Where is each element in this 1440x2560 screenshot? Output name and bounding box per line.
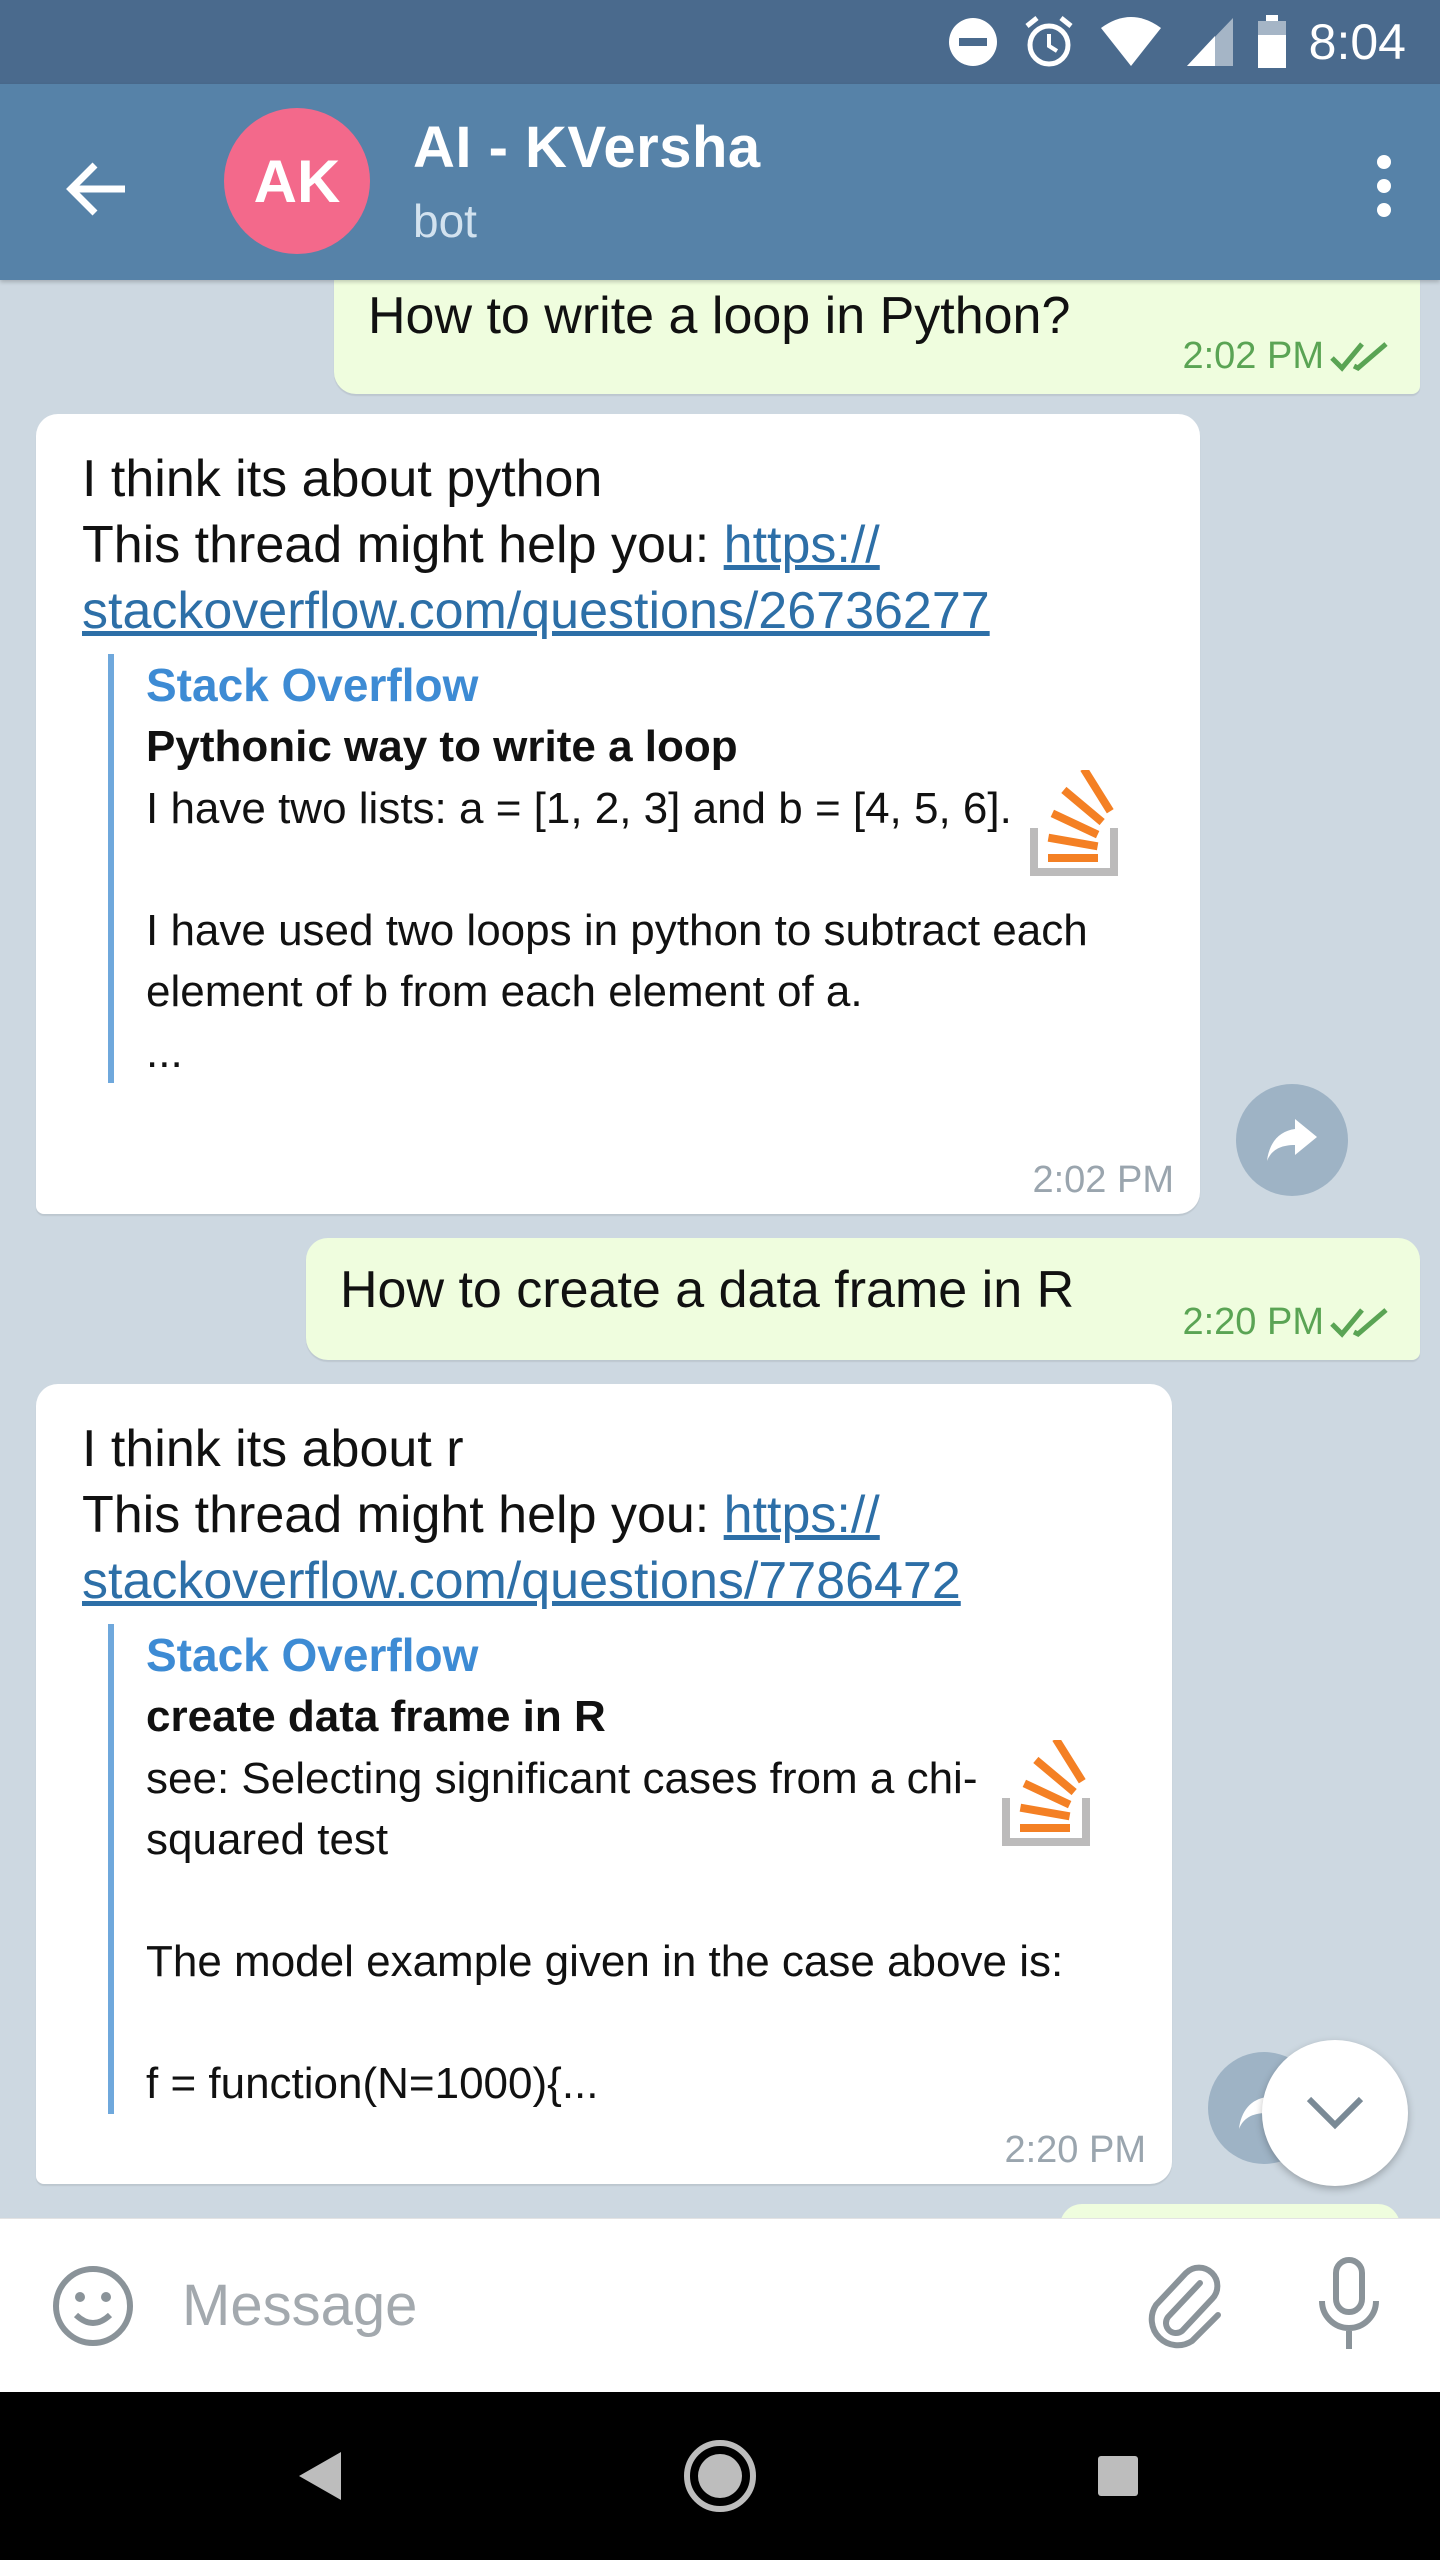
chat-header: AK AI - KVersha bot: [0, 84, 1440, 280]
more-options-button[interactable]: [1354, 146, 1414, 226]
message-input[interactable]: [180, 2249, 1114, 2361]
thread-link[interactable]: stackoverflow.com/questions/26736277: [82, 582, 990, 640]
preview-site-name: Stack Overflow: [146, 659, 479, 711]
back-arrow-icon: [66, 162, 125, 216]
thread-link[interactable]: https://: [724, 1486, 880, 1544]
link-preview[interactable]: Stack Overflow Pythonic way to write a l…: [108, 654, 1176, 1083]
microphone-icon: [1319, 2257, 1379, 2349]
preview-description: I have used two loops in python to subtr…: [146, 906, 1088, 1077]
battery-icon: [1257, 15, 1286, 68]
message-text-line: This thread might help you:: [82, 1486, 724, 1544]
message-text-line: I think its about r: [82, 1420, 464, 1478]
status-time: 8:04: [1308, 14, 1406, 70]
emoji-icon: [53, 2266, 133, 2346]
outgoing-message[interactable]: How to write a loop in Python? 2:02 PM: [334, 280, 1420, 394]
emoji-button[interactable]: [52, 2265, 134, 2352]
message-time: 2:02 PM: [1182, 335, 1324, 377]
avatar[interactable]: AK: [224, 108, 370, 254]
scroll-to-bottom-button[interactable]: [1262, 2040, 1408, 2186]
read-check-icon: [1330, 342, 1388, 372]
nav-home-button[interactable]: [670, 2426, 770, 2526]
voice-message-button[interactable]: [1316, 2257, 1382, 2358]
paperclip-icon: [1148, 2264, 1221, 2349]
attach-button[interactable]: [1146, 2259, 1226, 2354]
outgoing-message[interactable]: How to create a data frame in R 2:20 PM: [306, 1238, 1420, 1360]
message-time: 2:20 PM: [1182, 1301, 1324, 1343]
nav-recents-button[interactable]: [1068, 2426, 1168, 2526]
preview-description: see: Selecting significant cases from a …: [146, 1754, 978, 1864]
chevron-down-icon: [1306, 2096, 1364, 2130]
alarm-icon: [1025, 16, 1073, 67]
do-not-disturb-icon: [948, 18, 997, 66]
message-time: 2:02 PM: [1032, 1159, 1174, 1201]
back-button[interactable]: [52, 144, 142, 234]
message-time: 2:20 PM: [1004, 2129, 1146, 2171]
preview-description: I have two lists: a = [1, 2, 3] and b = …: [146, 784, 1012, 833]
preview-title: create data frame in R: [146, 1692, 606, 1741]
message-text-line: I think its about python: [82, 450, 603, 508]
wifi-icon: [1100, 17, 1161, 66]
message-input-bar: [0, 2218, 1440, 2393]
link-preview[interactable]: Stack Overflow create data frame in R se…: [108, 1624, 1146, 2114]
message-text-line: This thread might help you:: [82, 516, 724, 574]
share-button[interactable]: [1236, 1084, 1348, 1196]
square-recents-icon: [1098, 2456, 1138, 2496]
message-text: How to write a loop in Python?: [368, 287, 1071, 345]
status-bar: 8:04: [0, 0, 1440, 84]
thread-link[interactable]: stackoverflow.com/questions/7786472: [82, 1552, 961, 1610]
thread-link[interactable]: https://: [724, 516, 880, 574]
system-navigation-bar: [0, 2392, 1440, 2560]
share-arrow-icon: [1267, 1119, 1317, 1161]
nav-back-button[interactable]: [270, 2426, 370, 2526]
chat-messages[interactable]: How to write a loop in Python? 2:02 PM I…: [0, 280, 1440, 2218]
home-circle-icon: [684, 2440, 756, 2512]
read-check-icon: [1330, 1308, 1388, 1338]
incoming-message[interactable]: I think its about python This thread mig…: [36, 414, 1200, 1214]
outgoing-message-partial[interactable]: [1060, 2204, 1400, 2218]
chat-subtitle: bot: [413, 195, 477, 247]
chat-title[interactable]: AI - KVersha: [413, 114, 761, 181]
message-text: How to create a data frame in R: [340, 1261, 1075, 1319]
preview-title: Pythonic way to write a loop: [146, 722, 738, 771]
stackoverflow-logo-icon: [1002, 1740, 1090, 1846]
triangle-back-icon: [299, 2452, 341, 2500]
stackoverflow-logo-icon: [1030, 770, 1118, 876]
signal-icon: [1186, 18, 1233, 66]
preview-site-name: Stack Overflow: [146, 1629, 479, 1681]
incoming-message[interactable]: I think its about r This thread might he…: [36, 1384, 1172, 2184]
more-vertical-icon: [1377, 155, 1391, 217]
preview-description: The model example given in the case abov…: [146, 1937, 1064, 2108]
